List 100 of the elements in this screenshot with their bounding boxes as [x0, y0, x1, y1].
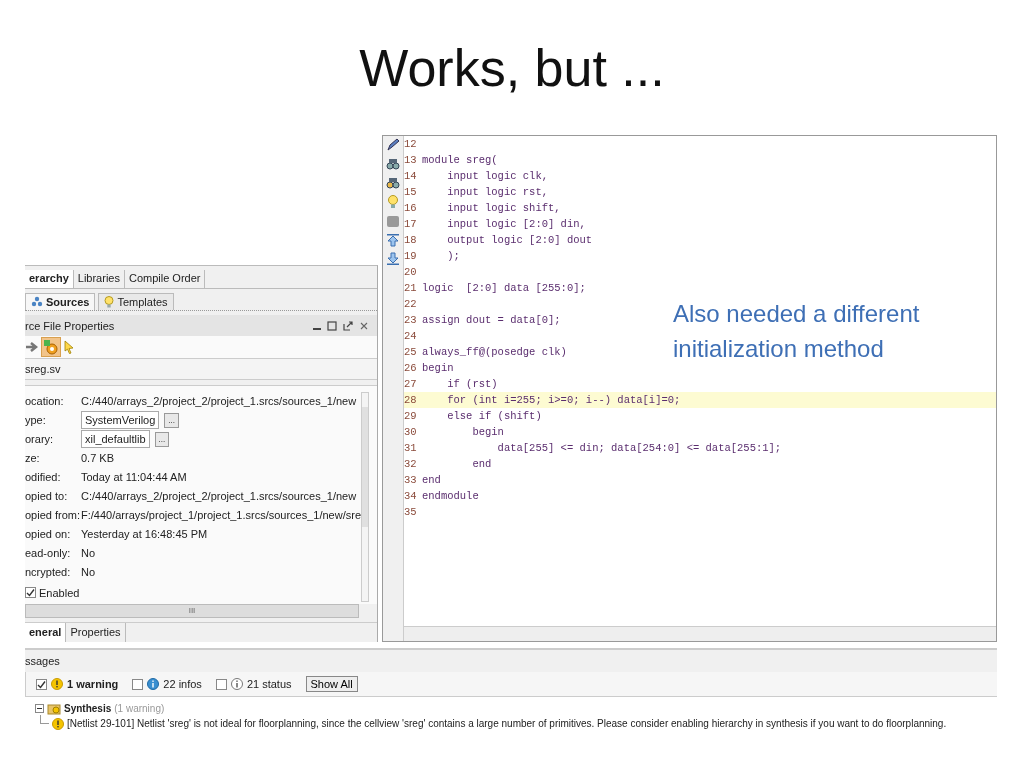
- arrow-down-icon: [386, 252, 400, 266]
- line-number: 19: [404, 249, 418, 264]
- panel-title: ssages: [25, 650, 997, 672]
- checkbox-label: Enabled: [39, 586, 80, 599]
- code-line: input logic rst,: [446, 185, 549, 200]
- scroll-grip[interactable]: III: [188, 606, 196, 616]
- line-number: 28: [404, 393, 418, 408]
- gear-button[interactable]: [41, 337, 61, 358]
- filter-label: 1 warning: [67, 678, 119, 690]
- property-field[interactable]: SystemVerilog: [81, 411, 160, 430]
- arrow-up-icon: [386, 233, 400, 247]
- people-icon: [31, 295, 43, 308]
- filter-checkbox[interactable]: [215, 678, 227, 690]
- folder-warning-icon: [47, 702, 61, 715]
- file-name: sreg.sv: [25, 358, 377, 380]
- filter-label: 22 infos: [163, 678, 202, 690]
- filter-label: 21 status: [246, 678, 292, 690]
- filter-checkbox[interactable]: [132, 678, 144, 690]
- line-number: 32: [404, 457, 418, 472]
- horizontal-scrollbar[interactable]: [404, 626, 996, 641]
- code-line: logic [2:0] data [255:0];: [422, 281, 586, 296]
- line-number: 30: [404, 425, 418, 440]
- line-number: 33: [404, 473, 418, 488]
- browse-button[interactable]: ...: [164, 412, 179, 428]
- tab[interactable]: Compile Order: [124, 270, 206, 288]
- lightbulb-icon: [387, 195, 399, 209]
- annotation-text: Also needed a different initialization method: [673, 299, 921, 364]
- browse-button[interactable]: ...: [154, 431, 170, 447]
- lightbulb-icon: [104, 295, 115, 308]
- property-field[interactable]: xil_defaultlib: [81, 430, 150, 449]
- property-label: ncrypted:: [25, 566, 72, 579]
- code-line: end: [471, 457, 492, 472]
- binoculars-icon: [386, 176, 400, 190]
- checkmark-icon: [26, 588, 35, 598]
- property-value: No: [81, 566, 96, 579]
- tab[interactable]: Libraries: [73, 270, 125, 288]
- code-line: module sreg(: [422, 153, 498, 168]
- property-label: orary:: [25, 433, 55, 446]
- checkmark-icon: [37, 679, 46, 689]
- show-all-button[interactable]: Show All: [305, 676, 358, 692]
- slide-title: Works, but ...: [358, 37, 666, 99]
- line-number: 14: [404, 169, 418, 184]
- float-window-icon: [343, 320, 353, 331]
- tree-item-label[interactable]: Synthesis: [64, 703, 112, 714]
- property-value: Yesterday at 16:48:45 PM: [81, 528, 208, 541]
- tab[interactable]: erarchy: [25, 270, 74, 288]
- line-number: 22: [404, 297, 418, 312]
- pencil-icon: [386, 138, 400, 152]
- tab[interactable]: Sources: [25, 292, 96, 311]
- code-line: for (int i=255; i>=0; i--) data[i]=0;: [446, 393, 681, 408]
- property-value: F:/440/arrays/project_1/project_1.srcs/sources_1/new/sre: [81, 509, 362, 522]
- enabled-checkbox[interactable]: [25, 587, 36, 599]
- line-number: 20: [404, 265, 418, 280]
- property-value: 0.7 KB: [81, 452, 115, 465]
- property-label: ead-only:: [25, 547, 72, 560]
- code-line: else if (shift): [446, 409, 542, 424]
- tab[interactable]: eneral: [25, 622, 67, 642]
- code-line: always_ff@(posedge clk): [422, 345, 567, 360]
- property-label: ze:: [25, 452, 41, 465]
- code-line: if (rst): [446, 377, 498, 392]
- tree-item-note: (1 warning): [114, 703, 165, 714]
- code-line: begin: [471, 425, 504, 440]
- collapse-toggle[interactable]: [35, 704, 44, 713]
- minimize-icon: [313, 327, 321, 330]
- maximize-icon: [327, 320, 337, 331]
- line-number: 24: [404, 329, 418, 344]
- code-line: endmodule: [422, 489, 479, 504]
- line-number: 31: [404, 441, 418, 456]
- line-number: 16: [404, 201, 418, 216]
- line-number: 26: [404, 361, 418, 376]
- property-value: C:/440/arrays_2/project_2/project_1.srcs/sources_1/new: [81, 490, 357, 503]
- line-number: 13: [404, 153, 418, 168]
- line-number: 35: [404, 505, 418, 520]
- tab[interactable]: Properties: [66, 622, 126, 642]
- property-label: opied on:: [25, 528, 72, 541]
- property-value: Today at 11:04:44 AM: [81, 471, 187, 484]
- line-number: 34: [404, 489, 418, 504]
- line-number: 12: [404, 137, 418, 152]
- line-number: 27: [404, 377, 418, 392]
- close-icon: [359, 320, 369, 331]
- panel-title: rce File Properties: [25, 319, 115, 332]
- code-line: );: [446, 249, 460, 264]
- line-number: 29: [404, 409, 418, 424]
- property-label: opied to:: [25, 490, 69, 503]
- vertical-scrollbar[interactable]: [361, 391, 369, 602]
- line-number: 25: [404, 345, 418, 360]
- line-number: 23: [404, 313, 418, 328]
- message-text[interactable]: [Netlist 29-101] Netlist 'sreg' is not ideal for floorplanning, since the cellview 'sreg' contains a large number of primitives. Please consider enabling hierarchy in synthesis if you want to do floorplanning.: [67, 718, 947, 729]
- property-label: odified:: [25, 471, 62, 484]
- line-number: 17: [404, 217, 418, 232]
- cursor-icon: [63, 340, 75, 355]
- tab[interactable]: Templates: [98, 292, 174, 311]
- gear-icon: [43, 339, 59, 356]
- code-line: end: [422, 473, 441, 488]
- line-number: 18: [404, 233, 418, 248]
- warning-icon: [52, 717, 64, 730]
- code-line: data[255] <= din; data[254:0] <= data[255:1];: [496, 441, 782, 456]
- filter-checkbox[interactable]: [36, 678, 47, 690]
- line-number: 15: [404, 185, 418, 200]
- property-label: opied from:: [25, 509, 81, 522]
